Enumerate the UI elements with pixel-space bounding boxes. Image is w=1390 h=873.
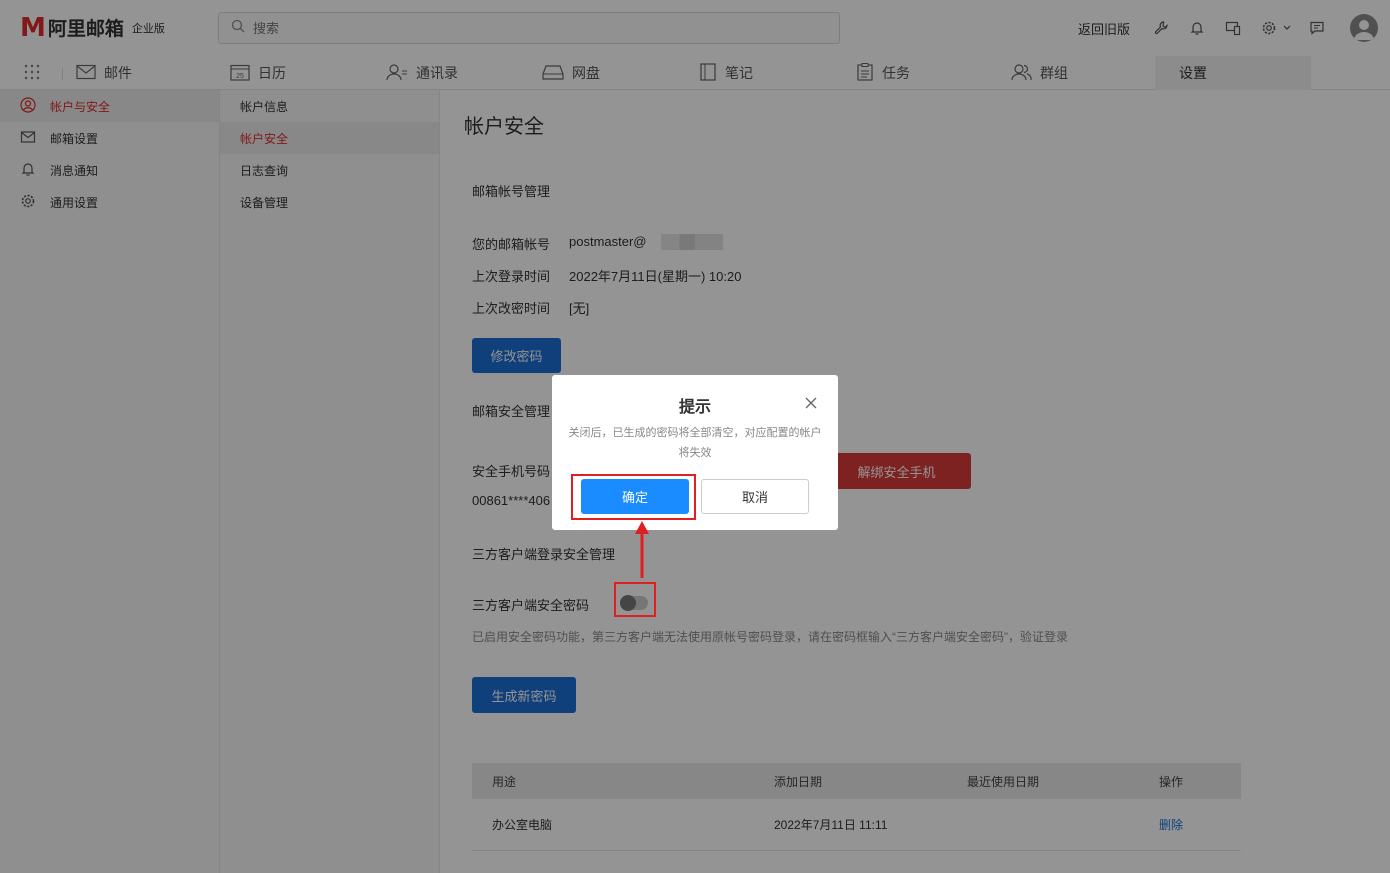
dialog-title: 提示 (678, 399, 711, 416)
close-icon[interactable] (804, 396, 818, 410)
dialog-message: 关闭后，已生成的密码将全部清空，对应配置的帐户将失效 (568, 427, 822, 459)
annotation-arrow-icon (635, 521, 649, 578)
annotation-box-toggle (614, 582, 656, 617)
cancel-button[interactable]: 取消 (701, 479, 809, 514)
annotation-box-confirm (571, 474, 696, 520)
